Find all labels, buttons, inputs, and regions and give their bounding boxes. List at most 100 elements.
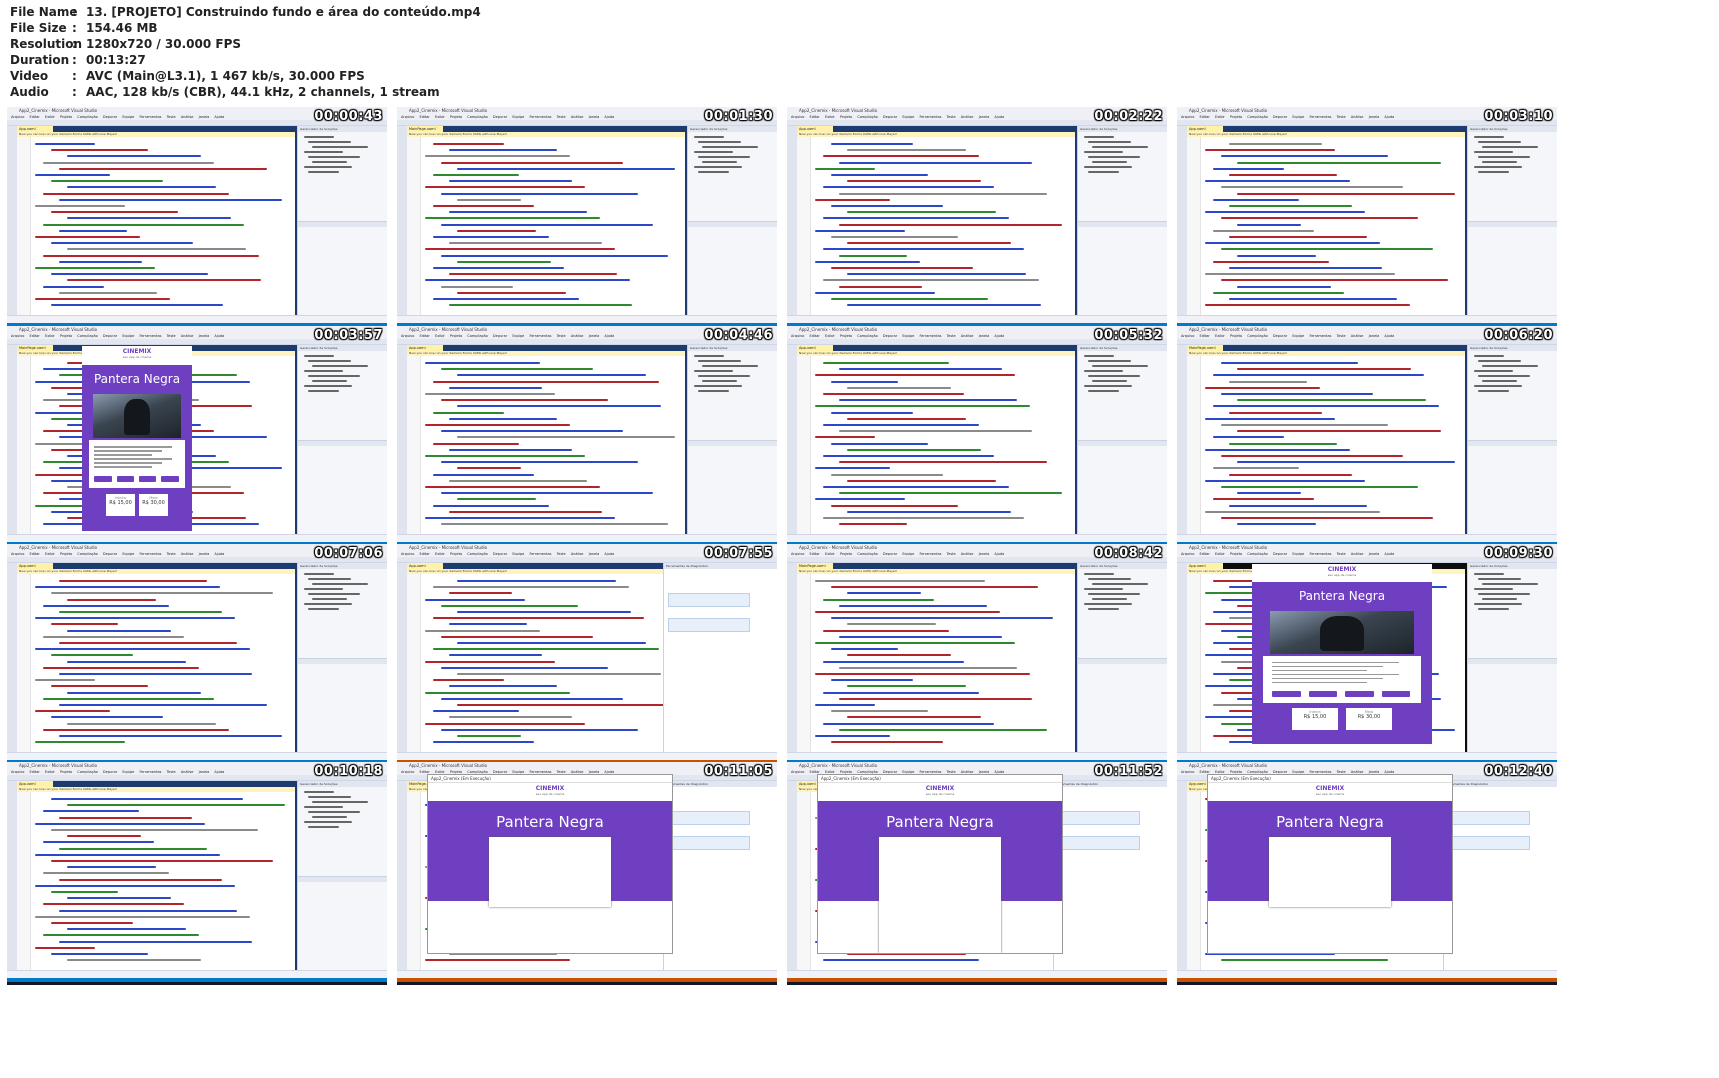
app-preview-window[interactable]: CINEMIX seu app de cinema Pantera Negra Int… (1252, 564, 1432, 744)
tool-strip[interactable] (787, 781, 797, 970)
output-panel[interactable] (787, 970, 1167, 978)
solution-tree-item[interactable] (304, 385, 352, 387)
solution-tree-item[interactable] (308, 826, 339, 828)
output-panel[interactable] (7, 534, 387, 542)
solution-explorer[interactable]: Gerenciador de Soluções (1077, 126, 1167, 315)
solution-tree-item[interactable] (1084, 603, 1132, 605)
output-panel[interactable] (397, 970, 777, 978)
tool-strip[interactable] (7, 345, 17, 534)
solution-explorer[interactable]: Gerenciador de Soluções (1467, 563, 1557, 752)
solution-tree-item[interactable] (1478, 156, 1530, 158)
solution-tree-item[interactable] (702, 365, 758, 367)
solution-tree-item[interactable] (1092, 380, 1127, 382)
solution-tree-item[interactable] (1482, 365, 1538, 367)
solution-tree-item[interactable] (698, 141, 741, 143)
solution-tree-item[interactable] (1474, 166, 1522, 168)
solution-tree-item[interactable] (312, 161, 347, 163)
solution-tree-item[interactable] (304, 791, 334, 793)
solution-tree-item[interactable] (694, 355, 724, 357)
solution-tree-item[interactable] (1482, 583, 1538, 585)
tool-strip[interactable] (1177, 345, 1187, 534)
solution-tree-item[interactable] (1092, 365, 1148, 367)
output-panel[interactable] (397, 315, 777, 323)
solution-explorer[interactable]: Gerenciador de Soluções (297, 345, 387, 534)
tool-strip[interactable] (7, 126, 17, 315)
code-editor[interactable] (17, 137, 295, 315)
tool-strip[interactable] (397, 563, 407, 752)
solution-tree-item[interactable] (1478, 141, 1521, 143)
session-time-button[interactable] (1272, 690, 1301, 697)
video-thumbnail[interactable]: App2_Cinemix - Microsoft Visual Studio Ar… (7, 544, 387, 767)
solution-tree-item[interactable] (1084, 385, 1132, 387)
video-thumbnail[interactable]: App2_Cinemix - Microsoft Visual Studio Ar… (397, 326, 777, 549)
solution-tree-item[interactable] (1474, 573, 1504, 575)
video-thumbnail[interactable]: App2_Cinemix - Microsoft Visual Studio Ar… (1177, 544, 1557, 767)
output-panel[interactable] (787, 534, 1167, 542)
solution-tree-item[interactable] (702, 146, 758, 148)
solution-tree-item[interactable] (308, 593, 360, 595)
solution-tree-item[interactable] (1478, 390, 1509, 392)
diagnostic-tools-panel[interactable]: Ferramentas de Diagnóstico (663, 563, 777, 752)
diagnostic-tools-panel[interactable]: Ferramentas de Diagnóstico (663, 781, 777, 970)
solution-tree-item[interactable] (312, 598, 347, 600)
session-time-button[interactable] (94, 476, 112, 483)
session-time-button[interactable] (1345, 690, 1374, 697)
solution-explorer[interactable]: Gerenciador de Soluções (1467, 126, 1557, 315)
output-panel[interactable] (7, 970, 387, 978)
solution-tree-item[interactable] (304, 821, 352, 823)
solution-tree-item[interactable] (698, 171, 729, 173)
output-panel[interactable] (7, 752, 387, 760)
solution-tree-item[interactable] (1474, 385, 1522, 387)
session-time-button[interactable] (1308, 690, 1338, 697)
solution-tree-item[interactable] (694, 370, 733, 372)
solution-explorer[interactable]: Gerenciador de Soluções (1077, 345, 1167, 534)
solution-tree-item[interactable] (312, 146, 368, 148)
code-editor[interactable] (797, 137, 1075, 315)
video-thumbnail[interactable]: App2_Cinemix - Microsoft Visual Studio Ar… (7, 326, 387, 549)
solution-tree-item[interactable] (1092, 146, 1148, 148)
output-panel[interactable] (1177, 534, 1557, 542)
solution-tree-item[interactable] (1478, 375, 1530, 377)
solution-explorer[interactable]: Gerenciador de Soluções (687, 345, 777, 534)
video-thumbnail[interactable]: App2_Cinemix - Microsoft Visual Studio Ar… (397, 762, 777, 985)
solution-tree-item[interactable] (702, 380, 737, 382)
solution-tree-item[interactable] (1478, 171, 1509, 173)
video-thumbnail[interactable]: App2_Cinemix - Microsoft Visual Studio Ar… (397, 107, 777, 330)
solution-tree-item[interactable] (1084, 166, 1132, 168)
video-thumbnail[interactable]: App2_Cinemix - Microsoft Visual Studio Ar… (7, 762, 387, 985)
solution-tree-item[interactable] (304, 603, 352, 605)
code-editor[interactable] (797, 574, 1075, 752)
app-preview-window[interactable]: CINEMIX seu app de cinema Pantera Negra Int… (82, 346, 192, 531)
solution-tree-item[interactable] (1482, 380, 1517, 382)
tool-strip[interactable] (787, 563, 797, 752)
solution-tree-item[interactable] (1088, 360, 1131, 362)
code-editor[interactable] (1187, 356, 1465, 534)
solution-tree-item[interactable] (1092, 583, 1148, 585)
solution-tree-item[interactable] (694, 136, 724, 138)
app-running-window[interactable]: App2_Cinemix (Em Execução) CINEMIX seu app… (817, 774, 1063, 954)
solution-tree-item[interactable] (1482, 146, 1538, 148)
solution-explorer[interactable]: Gerenciador de Soluções (687, 126, 777, 315)
video-thumbnail[interactable]: App2_Cinemix - Microsoft Visual Studio Ar… (7, 107, 387, 330)
solution-tree-item[interactable] (1482, 598, 1517, 600)
solution-tree-item[interactable] (1084, 573, 1114, 575)
app-running-window[interactable]: App2_Cinemix (Em Execução) CINEMIX seu app… (427, 774, 673, 954)
solution-tree-item[interactable] (694, 166, 742, 168)
output-panel[interactable] (397, 752, 777, 760)
solution-tree-item[interactable] (1088, 141, 1131, 143)
solution-tree-item[interactable] (312, 365, 368, 367)
solution-tree-item[interactable] (308, 375, 360, 377)
output-panel[interactable] (787, 315, 1167, 323)
solution-tree-item[interactable] (304, 355, 334, 357)
solution-tree-item[interactable] (1474, 588, 1513, 590)
video-thumbnail[interactable]: App2_Cinemix - Microsoft Visual Studio Ar… (1177, 107, 1557, 330)
solution-tree-item[interactable] (308, 578, 351, 580)
code-editor[interactable] (17, 792, 295, 970)
session-time-button[interactable] (1381, 690, 1411, 697)
solution-tree-item[interactable] (1088, 390, 1119, 392)
solution-tree-item[interactable] (1474, 355, 1504, 357)
session-time-button[interactable] (138, 476, 157, 483)
solution-tree-item[interactable] (698, 360, 741, 362)
solution-tree-item[interactable] (694, 151, 733, 153)
solution-tree-item[interactable] (1084, 355, 1114, 357)
